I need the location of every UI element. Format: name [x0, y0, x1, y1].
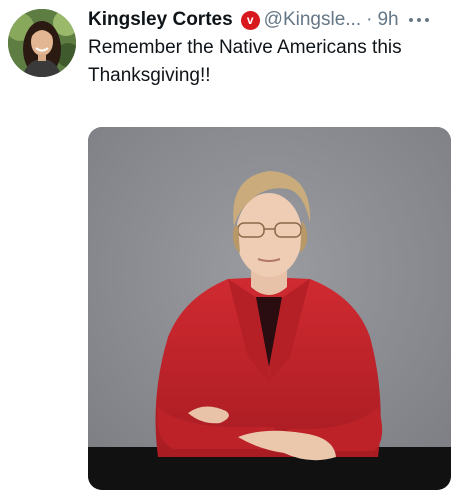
timestamp[interactable]: 9h — [377, 9, 398, 31]
avatar[interactable] — [8, 9, 76, 77]
tweet-media-photo[interactable] — [88, 127, 451, 490]
tweet-header: Kingsley Cortes v @Kingsle... · 9h — [88, 7, 458, 33]
tweet: Kingsley Cortes v @Kingsle... · 9h Remem… — [0, 0, 465, 500]
display-name[interactable]: Kingsley Cortes — [88, 9, 233, 31]
separator: · — [366, 9, 373, 30]
avatar-image — [8, 9, 76, 77]
user-handle[interactable]: @Kingsle... — [264, 9, 361, 31]
verified-badge-icon: v — [240, 10, 260, 30]
portrait-photo — [88, 127, 451, 490]
tweet-text: Remember the Native Americans this Thank… — [88, 34, 448, 90]
more-options-icon[interactable] — [408, 10, 429, 30]
tweet-text-line: Remember the Native Americans this — [88, 37, 402, 58]
tweet-text-line: Thanksgiving!! — [88, 65, 211, 86]
